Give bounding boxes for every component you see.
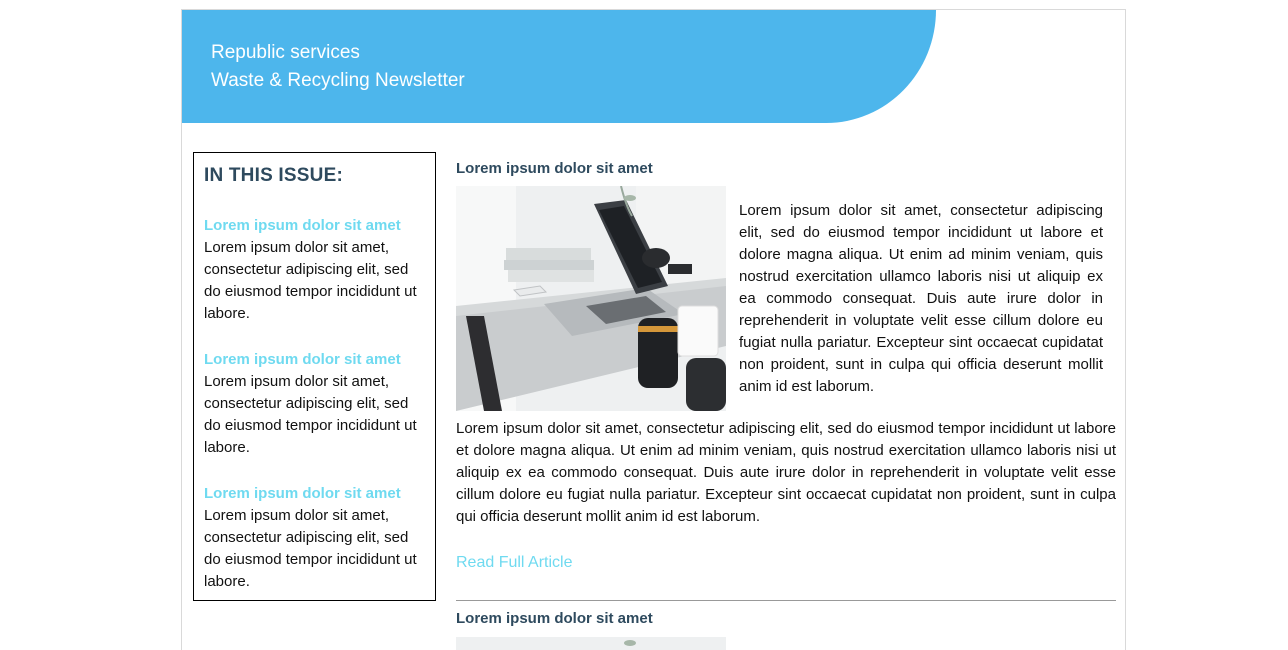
sidebar-item-text: Lorem ipsum dolor sit amet, consectetur … (204, 373, 417, 456)
sidebar-item-link[interactable]: Lorem ipsum dolor sit amet (204, 349, 426, 371)
sidebar-item: Lorem ipsum dolor sit amet Lorem ipsum d… (204, 483, 426, 593)
header-newsletter-title: Waste & Recycling Newsletter (211, 70, 465, 91)
header-company-name: Republic services (211, 42, 360, 63)
article-divider (456, 600, 1116, 601)
read-full-article-link[interactable]: Read Full Article (456, 554, 573, 572)
sidebar-item-text: Lorem ipsum dolor sit amet, consectetur … (204, 507, 417, 590)
article-body: Lorem ipsum dolor sit amet, consectetur … (456, 420, 1116, 525)
sidebar-item: Lorem ipsum dolor sit amet Lorem ipsum d… (204, 215, 426, 325)
newsletter-page: Republic services Waste & Recycling News… (181, 9, 1126, 650)
article-title: Lorem ipsum dolor sit amet (456, 160, 653, 177)
article-photo (456, 637, 726, 650)
header-banner: Republic services Waste & Recycling News… (182, 10, 936, 123)
sidebar-item-link[interactable]: Lorem ipsum dolor sit amet (204, 215, 426, 237)
in-this-issue-sidebar: IN THIS ISSUE: Lorem ipsum dolor sit ame… (193, 152, 436, 601)
article-title: Lorem ipsum dolor sit amet (456, 610, 653, 627)
sidebar-item-text: Lorem ipsum dolor sit amet, consectetur … (204, 239, 417, 322)
sidebar-title: IN THIS ISSUE: (204, 165, 343, 186)
sidebar-item-link[interactable]: Lorem ipsum dolor sit amet (204, 483, 426, 505)
sidebar-item: Lorem ipsum dolor sit amet Lorem ipsum d… (204, 349, 426, 459)
article-side-text: Lorem ipsum dolor sit amet, consectetur … (739, 202, 1103, 395)
laptop-desk-photo (456, 186, 726, 411)
